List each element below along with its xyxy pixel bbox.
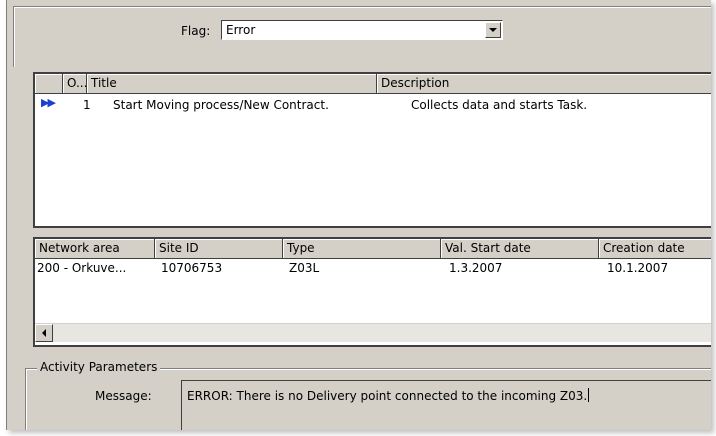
- site-row-val-start-date: 1.3.2007: [449, 261, 503, 275]
- flag-dropdown-value: Error: [226, 23, 256, 37]
- activity-parameters-title: Activity Parameters: [37, 360, 161, 374]
- column-header-order[interactable]: O...: [63, 74, 87, 94]
- row-header-corner: [35, 74, 63, 94]
- text-caret: [588, 388, 590, 402]
- column-header-type[interactable]: Type: [283, 239, 441, 259]
- scroll-left-button[interactable]: [35, 324, 53, 342]
- task-row-title: Start Moving process/New Contract.: [113, 98, 329, 112]
- chevron-down-icon: [489, 28, 497, 32]
- arrow-left-icon: [42, 329, 46, 337]
- site-row-creation-date: 10.1.2007: [607, 261, 669, 275]
- column-header-creation-date[interactable]: Creation date: [599, 239, 711, 259]
- site-row-site-id: 10706753: [161, 261, 223, 275]
- column-header-network-area[interactable]: Network area: [35, 239, 155, 259]
- flag-dropdown[interactable]: Error: [221, 20, 503, 40]
- flag-label: Flag:: [181, 24, 211, 38]
- column-header-site-id[interactable]: Site ID: [155, 239, 283, 259]
- column-header-title[interactable]: Title: [87, 74, 377, 94]
- message-text: ERROR: There is no Delivery point connec…: [187, 388, 590, 403]
- horizontal-scrollbar[interactable]: [35, 323, 711, 342]
- message-label: Message:: [95, 389, 152, 403]
- task-row-description: Collects data and starts Task.: [411, 98, 588, 112]
- site-row-network-area: 200 - Orkuve...: [37, 261, 127, 275]
- task-row-order: 1: [83, 98, 91, 112]
- message-field[interactable]: ERROR: There is no Delivery point connec…: [181, 380, 711, 430]
- column-header-val-start-date[interactable]: Val. Start date: [441, 239, 599, 259]
- double-arrow-right-icon: ▶▶: [41, 96, 56, 109]
- dropdown-button[interactable]: [485, 22, 501, 38]
- task-grid[interactable]: O... Title Description ▶▶ 1 Start Moving…: [33, 72, 711, 228]
- site-grid[interactable]: Network area Site ID Type Val. Start dat…: [33, 237, 711, 347]
- column-header-description[interactable]: Description: [377, 74, 711, 94]
- site-row-type: Z03L: [289, 261, 320, 275]
- dialog-window: Flag: Error O... Title Description ▶▶ 1 …: [6, 0, 711, 430]
